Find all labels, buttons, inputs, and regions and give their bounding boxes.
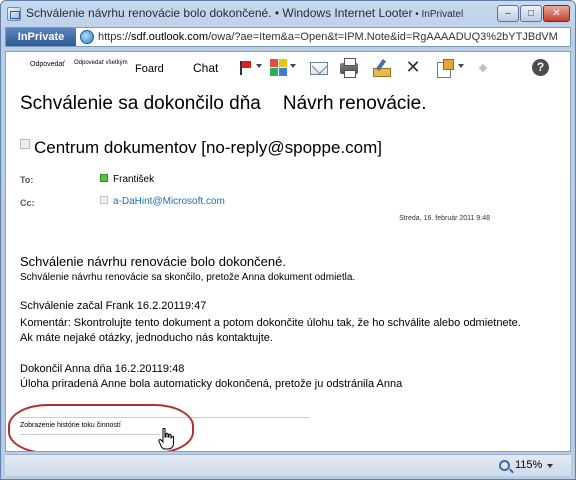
body-completed-block: Dokončil Anna dňa 16.2.20119:48 Úloha pr… (20, 362, 550, 392)
cc-value[interactable]: a-DaHint@Microsoft.com (100, 196, 225, 207)
close-window-button[interactable]: ✕ (543, 5, 570, 22)
pen-icon[interactable] (372, 59, 391, 77)
help-icon[interactable]: ? (532, 59, 549, 76)
body-contact: Ak máte nejaké otázky, jednoducho nás ko… (20, 332, 273, 344)
body-task-note: Úloha priradená Anne bola automaticky do… (20, 378, 403, 390)
globe-page-icon (80, 30, 94, 44)
url-text[interactable]: https://sdf.outlook.com/owa/?ae=Item&a=O… (98, 31, 558, 43)
maximize-button[interactable]: □ (520, 5, 542, 22)
app-icon (7, 7, 21, 21)
url-rest: /owa/?ae=Item&a=Open&t=IPM.Note&id=RgAAA… (208, 31, 558, 43)
zoom-icon[interactable] (499, 460, 510, 471)
window-title: Schválenie návrhu renovácie bolo dokonče… (26, 6, 463, 20)
chat-button[interactable]: Chat (193, 61, 218, 75)
move-icon[interactable] (436, 59, 454, 78)
title-bar: Schválenie návrhu renovácie bolo dokonče… (1, 1, 575, 27)
categorize-icon[interactable] (270, 59, 288, 77)
window-title-app: Looter (378, 6, 413, 20)
reply-button[interactable]: Odpovedať (30, 61, 65, 68)
flag-icon[interactable] (236, 59, 254, 77)
sender-name[interactable]: Centrum dokumentov [no-reply@spoppe.com] (34, 138, 382, 157)
zoom-dropdown-icon[interactable] (547, 464, 553, 468)
subject-part-2: Návrh renovácie. (282, 93, 427, 114)
flag-dropdown-icon[interactable] (256, 64, 262, 68)
envelope-icon[interactable] (310, 62, 328, 75)
body-comment: Komentár: Skontrolujte tento dokument a … (20, 317, 521, 329)
body-completed: Dokončil Anna dňa 16.2.20119:48 (20, 363, 185, 375)
to-value[interactable]: František (100, 174, 154, 185)
subject-part-1: Schválenie sa dokončilo dňa (20, 93, 261, 114)
reply-all-button[interactable]: Odpovedať všetkým (74, 60, 128, 66)
body-started: Schválenie začal Frank 16.2.20119:47 (20, 300, 207, 312)
categorize-dropdown-icon[interactable] (290, 64, 296, 68)
window-title-sep: • Windows Internet (271, 6, 379, 20)
up-icon[interactable]: ◆ (474, 59, 492, 77)
message-body: Schválenie návrhu renovácie bolo dokonče… (20, 254, 550, 392)
to-recipient[interactable]: František (113, 174, 154, 185)
sender-row: Centrum dokumentov [no-reply@spoppe.com] (20, 138, 382, 158)
sender-presence-icon (20, 139, 30, 149)
url-prefix: https:// (98, 31, 132, 43)
cc-label: Cc: (20, 198, 35, 208)
minimize-button[interactable]: – (497, 5, 519, 22)
body-summary: Schválenie návrhu renovácie sa skončilo,… (20, 272, 356, 283)
forward-button[interactable]: Foard (135, 63, 164, 75)
window-title-mode: • InPrivatel (412, 9, 464, 20)
hand-cursor-icon (158, 428, 174, 450)
window-title-main: Schválenie návrhu renovácie bolo dokonče… (26, 6, 272, 20)
message-content: Odpovedať Odpovedať všetkým Foard Chat ✕… (5, 51, 571, 452)
body-heading: Schválenie návrhu renovácie bolo dokonče… (20, 254, 286, 269)
presence-icon (100, 174, 108, 182)
address-bar[interactable]: InPrivate https://sdf.outlook.com/owa/?a… (5, 27, 571, 47)
cc-recipient[interactable]: a-DaHint@Microsoft.com (113, 196, 225, 207)
url-host: sdf.outlook.com (131, 31, 209, 43)
body-started-block: Schválenie začal Frank 16.2.20119:47 Kom… (20, 299, 550, 346)
move-dropdown-icon[interactable] (458, 64, 464, 68)
to-label: To: (20, 175, 34, 185)
inprivate-badge: InPrivate (6, 28, 76, 46)
sent-date: Streda, 16. február 2011 9:48 (399, 215, 490, 222)
cc-presence-icon (100, 196, 108, 204)
message-toolbar: Odpovedať Odpovedať všetkým Foard Chat ✕… (6, 52, 570, 84)
zoom-level[interactable]: 115% (515, 459, 542, 471)
print-icon[interactable] (340, 58, 358, 78)
browser-window: Schválenie návrhu renovácie bolo dokonče… (0, 0, 576, 480)
status-bar: 115% (5, 454, 571, 476)
message-subject: Schválenie sa dokončilo dňa Návrh renovác… (20, 93, 426, 115)
delete-icon[interactable]: ✕ (404, 59, 422, 77)
